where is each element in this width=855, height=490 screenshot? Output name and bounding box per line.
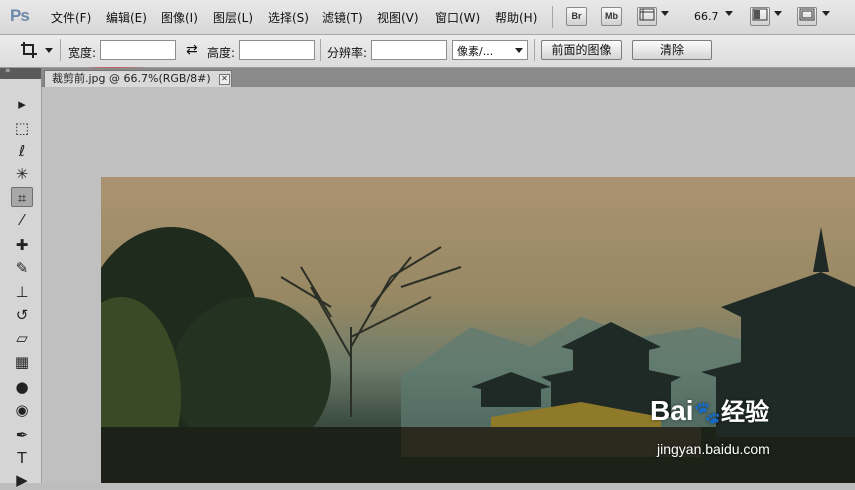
- pen-tool-icon[interactable]: ✒: [11, 425, 33, 445]
- magic-wand-tool-icon[interactable]: ✳: [11, 164, 33, 184]
- clone-stamp-tool-icon[interactable]: ⊥: [11, 282, 33, 302]
- resolution-unit-select[interactable]: 像素/...: [452, 40, 528, 60]
- document-tab[interactable]: 裁剪前.jpg @ 66.7%(RGB/8#) ✕: [44, 70, 232, 87]
- arrange-documents-button[interactable]: [750, 7, 770, 26]
- menu-file[interactable]: 文件(F): [51, 9, 91, 26]
- watermark-brand-cn: 经验: [720, 399, 769, 426]
- swap-dimensions-icon[interactable]: ⇄: [186, 42, 198, 58]
- blur-tool-icon[interactable]: ●: [11, 377, 33, 397]
- chevron-down-icon[interactable]: [725, 11, 733, 16]
- options-separator: [60, 39, 61, 61]
- landscape-photo: [101, 227, 855, 483]
- menu-bar: Ps 文件(F) 编辑(E) 图像(I) 图层(L) 选择(S) 滤镜(T) 视…: [0, 0, 855, 35]
- zoom-level[interactable]: 66.7: [694, 10, 719, 23]
- chevron-down-icon[interactable]: [822, 11, 830, 16]
- crop-tool-icon[interactable]: ⌗: [11, 187, 33, 207]
- chevron-down-icon[interactable]: [661, 11, 669, 16]
- screen-mode-button[interactable]: [797, 7, 817, 26]
- close-icon[interactable]: ✕: [219, 74, 230, 85]
- collapse-panel-icon[interactable]: »: [5, 66, 11, 76]
- eyedropper-tool-icon[interactable]: ⁄: [11, 210, 33, 230]
- height-input[interactable]: [239, 40, 315, 60]
- lasso-tool-icon[interactable]: ℓ: [11, 141, 33, 161]
- path-selection-tool-icon[interactable]: ▶: [11, 470, 33, 490]
- gradient-tool-icon[interactable]: ▦: [11, 352, 33, 372]
- grid-icon: [639, 8, 655, 21]
- brush-tool-icon[interactable]: ✎: [11, 258, 33, 278]
- document-image[interactable]: [101, 177, 855, 483]
- dodge-tool-icon[interactable]: ◉: [11, 400, 33, 420]
- chevron-down-icon[interactable]: [774, 11, 782, 16]
- healing-brush-tool-icon[interactable]: ✚: [11, 235, 33, 255]
- height-label: 高度:: [207, 46, 236, 60]
- width-input[interactable]: [100, 40, 176, 60]
- layout-icon: [752, 8, 768, 21]
- eraser-tool-icon[interactable]: ▱: [11, 328, 33, 348]
- tools-panel-header[interactable]: »: [0, 66, 41, 79]
- width-label: 宽度:: [68, 46, 97, 60]
- menu-filter[interactable]: 滤镜(T): [322, 9, 363, 26]
- options-separator: [320, 39, 321, 61]
- baidu-watermark: Bai🐾经验: [650, 392, 769, 427]
- crop-icon: [21, 42, 37, 58]
- history-brush-tool-icon[interactable]: ↺: [11, 305, 33, 325]
- resolution-unit-value: 像素/...: [457, 45, 494, 58]
- menu-help[interactable]: 帮助(H): [495, 9, 537, 26]
- menu-select[interactable]: 选择(S): [268, 9, 309, 26]
- chevron-down-icon[interactable]: [45, 48, 53, 53]
- menu-edit[interactable]: 编辑(E): [106, 9, 147, 26]
- options-separator: [534, 39, 535, 61]
- menu-window[interactable]: 窗口(W): [435, 9, 480, 26]
- resolution-label: 分辨率:: [327, 46, 368, 60]
- menu-image[interactable]: 图像(I): [161, 9, 198, 26]
- paw-icon: 🐾: [693, 400, 721, 425]
- menu-view[interactable]: 视图(V): [377, 9, 419, 26]
- clear-button[interactable]: 清除: [632, 40, 712, 60]
- chevron-down-icon: [515, 48, 523, 53]
- watermark-url: jingyan.baidu.com: [657, 441, 770, 457]
- document-tab-bar: 裁剪前.jpg @ 66.7%(RGB/8#) ✕: [41, 68, 855, 87]
- document-tab-title: 裁剪前.jpg @ 66.7%(RGB/8#): [52, 72, 211, 85]
- view-extras-button[interactable]: [637, 7, 657, 26]
- move-tool-icon[interactable]: ▸: [11, 94, 33, 114]
- bridge-button[interactable]: Br: [566, 7, 587, 26]
- tools-panel: » ▸ ⬚ ℓ ✳ ⌗ ⁄ ✚ ✎ ⊥ ↺ ▱ ▦ ● ◉ ✒ T ▶: [0, 66, 42, 489]
- front-image-button[interactable]: 前面的图像: [541, 40, 622, 60]
- watermark-brand: Bai: [650, 395, 694, 426]
- mini-bridge-button[interactable]: Mb: [601, 7, 622, 26]
- marquee-tool-icon[interactable]: ⬚: [11, 118, 33, 138]
- photoshop-logo: Ps: [10, 6, 30, 25]
- screen-mode-icon: [799, 8, 815, 21]
- menu-layer[interactable]: 图层(L): [213, 9, 253, 26]
- resolution-input[interactable]: [371, 40, 447, 60]
- crop-tool-preset-button[interactable]: [20, 41, 38, 62]
- type-tool-icon[interactable]: T: [11, 448, 33, 468]
- menu-separator: [552, 6, 553, 28]
